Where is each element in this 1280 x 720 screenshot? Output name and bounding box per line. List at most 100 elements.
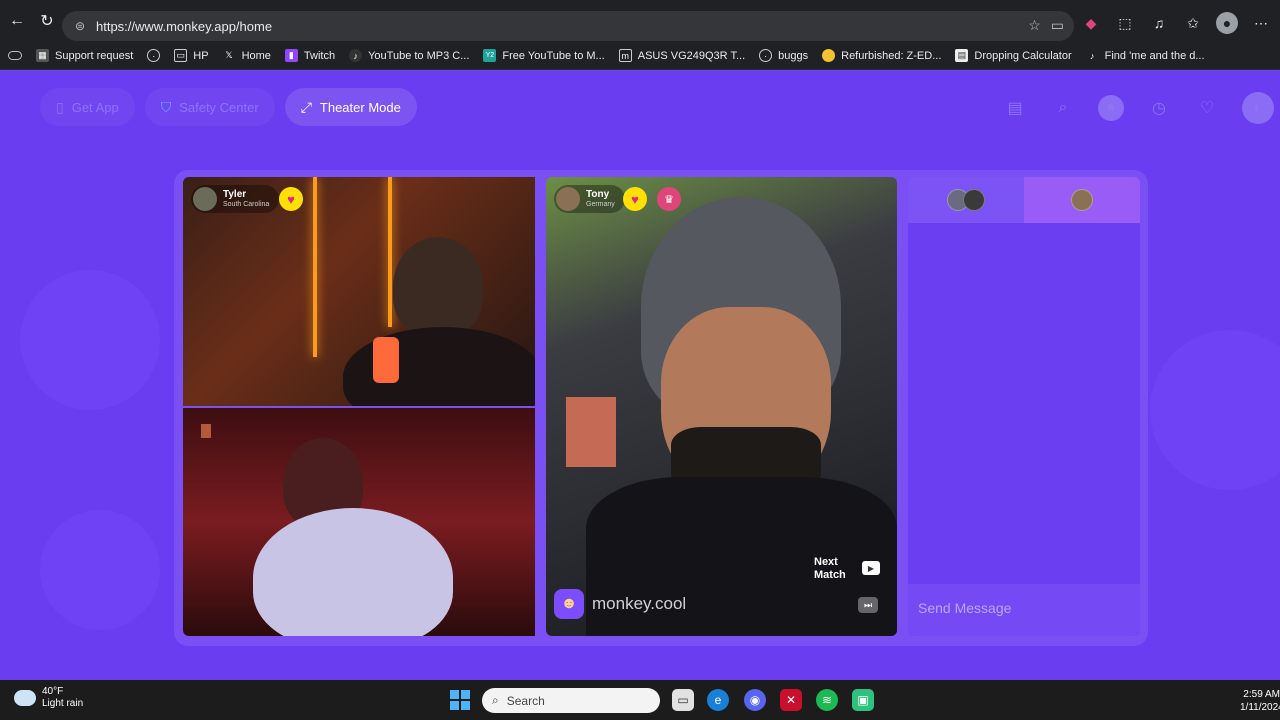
poster <box>566 397 616 467</box>
asus-icon: m <box>618 49 632 62</box>
globe-icon: · <box>147 49 161 62</box>
ublock-icon[interactable]: ◆ <box>1080 12 1102 34</box>
phone-icon: ▯ <box>56 98 64 115</box>
bookmark-dropping-calculator[interactable]: ▤ Dropping Calculator <box>955 49 1072 62</box>
safety-center-button[interactable]: ⛉ Safety Center <box>144 88 275 126</box>
system-clock[interactable]: 2:59 AM 1/11/2024 <box>1240 688 1280 714</box>
bookmark-twitch[interactable]: ▮ Twitch <box>284 49 335 62</box>
favorites-icon[interactable]: ✩ <box>1182 12 1204 34</box>
bookmark-label: buggs <box>778 49 809 62</box>
x-icon: 𝕏 <box>225 50 233 60</box>
bookmark-home[interactable]: 𝕏 Home <box>223 49 271 62</box>
chat-header <box>908 177 1140 223</box>
background-blob <box>1150 330 1280 490</box>
next-match-line2: Match <box>814 569 846 581</box>
bookmarks-bar: ▦ Support request · ▭ HP 𝕏 Home ▮ Twitch ♪ Yo… <box>0 42 1280 70</box>
next-match-label[interactable]: Next Match <box>814 556 846 582</box>
bookmark-hp[interactable]: ▭ HP <box>174 49 209 62</box>
bookmark-asus[interactable]: m ASUS VG249Q3R T... <box>618 49 745 62</box>
chat-panel: Send Message <box>908 177 1140 636</box>
theater-mode-button[interactable]: ⤢ Theater Mode <box>284 88 417 126</box>
yt-mp3-icon: ♪ <box>349 49 363 62</box>
send-message-input[interactable]: Send Message <box>908 584 1140 636</box>
monkey-logo-icon: ☻ <box>554 589 584 619</box>
cloud-rain-icon <box>14 690 36 706</box>
folder-icon: ▭ <box>174 49 188 62</box>
bookmark-refurbished[interactable]: Refurbished: Z-ED... <box>822 49 941 62</box>
friends-icon[interactable]: ● <box>1098 95 1124 121</box>
bookmark-label: Refurbished: Z-ED... <box>841 49 942 62</box>
support-icon: ▦ <box>36 49 49 62</box>
get-app-button[interactable]: ▯ Get App <box>40 88 135 126</box>
heart-icon[interactable]: ♥ <box>623 187 647 211</box>
url-text: https://www.monkey.app/home <box>96 18 273 34</box>
bookmark-label: Find 'me and the d... <box>1104 49 1205 62</box>
header-actions: ▤ ⌕ ● ◷ ♡ ◐ <box>1002 92 1274 124</box>
watermark-text: monkey.cool <box>592 594 687 613</box>
microphone <box>373 337 399 383</box>
person-body <box>343 327 535 406</box>
person-head <box>393 237 483 337</box>
twitch-icon: ▮ <box>284 49 298 62</box>
bookmark-buggs[interactable]: · buggs <box>759 49 808 62</box>
shield-icon: ⛉ <box>160 98 172 115</box>
video-self <box>183 408 535 636</box>
more-icon[interactable]: ⋯ <box>1250 12 1272 34</box>
bookmark-tiktok[interactable]: ♪ Find 'me and the d... <box>1086 49 1205 62</box>
store-icon[interactable]: ▤ <box>1002 95 1028 121</box>
taskbar: 40°F Light rain ⌕ Search ▭ e ◉ ✕ ≋ ▣ 2:5… <box>0 680 1280 720</box>
gift-icon[interactable]: ♛ <box>657 187 681 211</box>
app-icon[interactable]: ▣ <box>852 689 874 711</box>
camera-icon[interactable]: ▭ <box>1051 17 1064 34</box>
bookmark-toggle-icon[interactable] <box>8 51 22 60</box>
spotify-icon[interactable]: ≋ <box>816 689 838 711</box>
participant-avatar <box>1071 189 1093 211</box>
clock-time: 2:59 AM <box>1243 689 1280 700</box>
star-icon[interactable]: ☆ <box>1028 17 1041 34</box>
play-icon[interactable]: ▶ <box>862 561 880 575</box>
discord-icon[interactable]: ◉ <box>744 689 766 711</box>
profile-avatar[interactable]: ◐ <box>1242 92 1274 124</box>
profile-icon[interactable]: ● <box>1216 12 1238 34</box>
bookmark-label: YouTube to MP3 C... <box>368 49 470 62</box>
neon-light <box>313 177 317 357</box>
split-screen-icon[interactable]: ♫ <box>1148 12 1170 34</box>
bookmark-yt-mp3[interactable]: ♪ YouTube to MP3 C... <box>349 49 469 62</box>
skip-icon[interactable]: ⏭ <box>858 597 878 613</box>
heart-icon[interactable]: ♥ <box>279 187 303 211</box>
extensions-icon[interactable]: ⬚ <box>1114 12 1136 34</box>
bookmark-support-request[interactable]: ▦ Support request <box>36 49 133 62</box>
video-tony: Tony Germany ♥ ♛ Next Match ▶ ⏭ ☻ monkey… <box>546 177 897 636</box>
windows-start-icon[interactable] <box>450 690 470 710</box>
bookmark-free-yt[interactable]: Y2 Free YouTube to M... <box>483 49 605 62</box>
weather-widget[interactable]: 40°F Light rain <box>14 686 83 710</box>
messages-icon[interactable]: ♡ <box>1194 95 1220 121</box>
address-bar[interactable]: ⊜ https://www.monkey.app/home ☆ ▭ <box>62 11 1074 41</box>
search-icon: ⌕ <box>492 693 499 707</box>
file-explorer-icon[interactable]: ▭ <box>672 689 694 711</box>
roblox-icon[interactable]: ✕ <box>780 689 802 711</box>
weather-condition: Light rain <box>42 698 84 709</box>
video-stage: Tyler South Carolina ♥ Tony Germany ♥ ♛ … <box>174 170 1148 646</box>
participant-avatar <box>963 189 985 211</box>
taskbar-search[interactable]: ⌕ Search <box>482 688 660 713</box>
reload-icon[interactable]: ↻ <box>32 6 62 36</box>
site-info-icon[interactable]: ⊜ <box>72 18 88 34</box>
edge-icon[interactable]: e <box>707 689 729 711</box>
back-icon[interactable]: ← <box>2 6 32 36</box>
search-icon[interactable]: ⌕ <box>1050 95 1076 121</box>
bookmark-label: Dropping Calculator <box>974 49 1072 62</box>
next-match-line1: Next <box>814 556 838 568</box>
ebay-icon <box>822 49 836 62</box>
user-location: Germany <box>586 201 615 208</box>
chat-tab-group[interactable] <box>908 177 1024 223</box>
history-icon[interactable]: ◷ <box>1146 95 1172 121</box>
person-body <box>253 508 453 636</box>
neon-light <box>388 177 392 327</box>
safety-center-label: Safety Center <box>179 99 259 115</box>
bookmark-label: Home <box>241 49 271 62</box>
get-app-label: Get App <box>71 99 119 115</box>
chat-tab-tony[interactable] <box>1024 177 1140 223</box>
bookmark-globe[interactable]: · <box>147 49 161 62</box>
calculator-icon: ▤ <box>955 49 969 62</box>
